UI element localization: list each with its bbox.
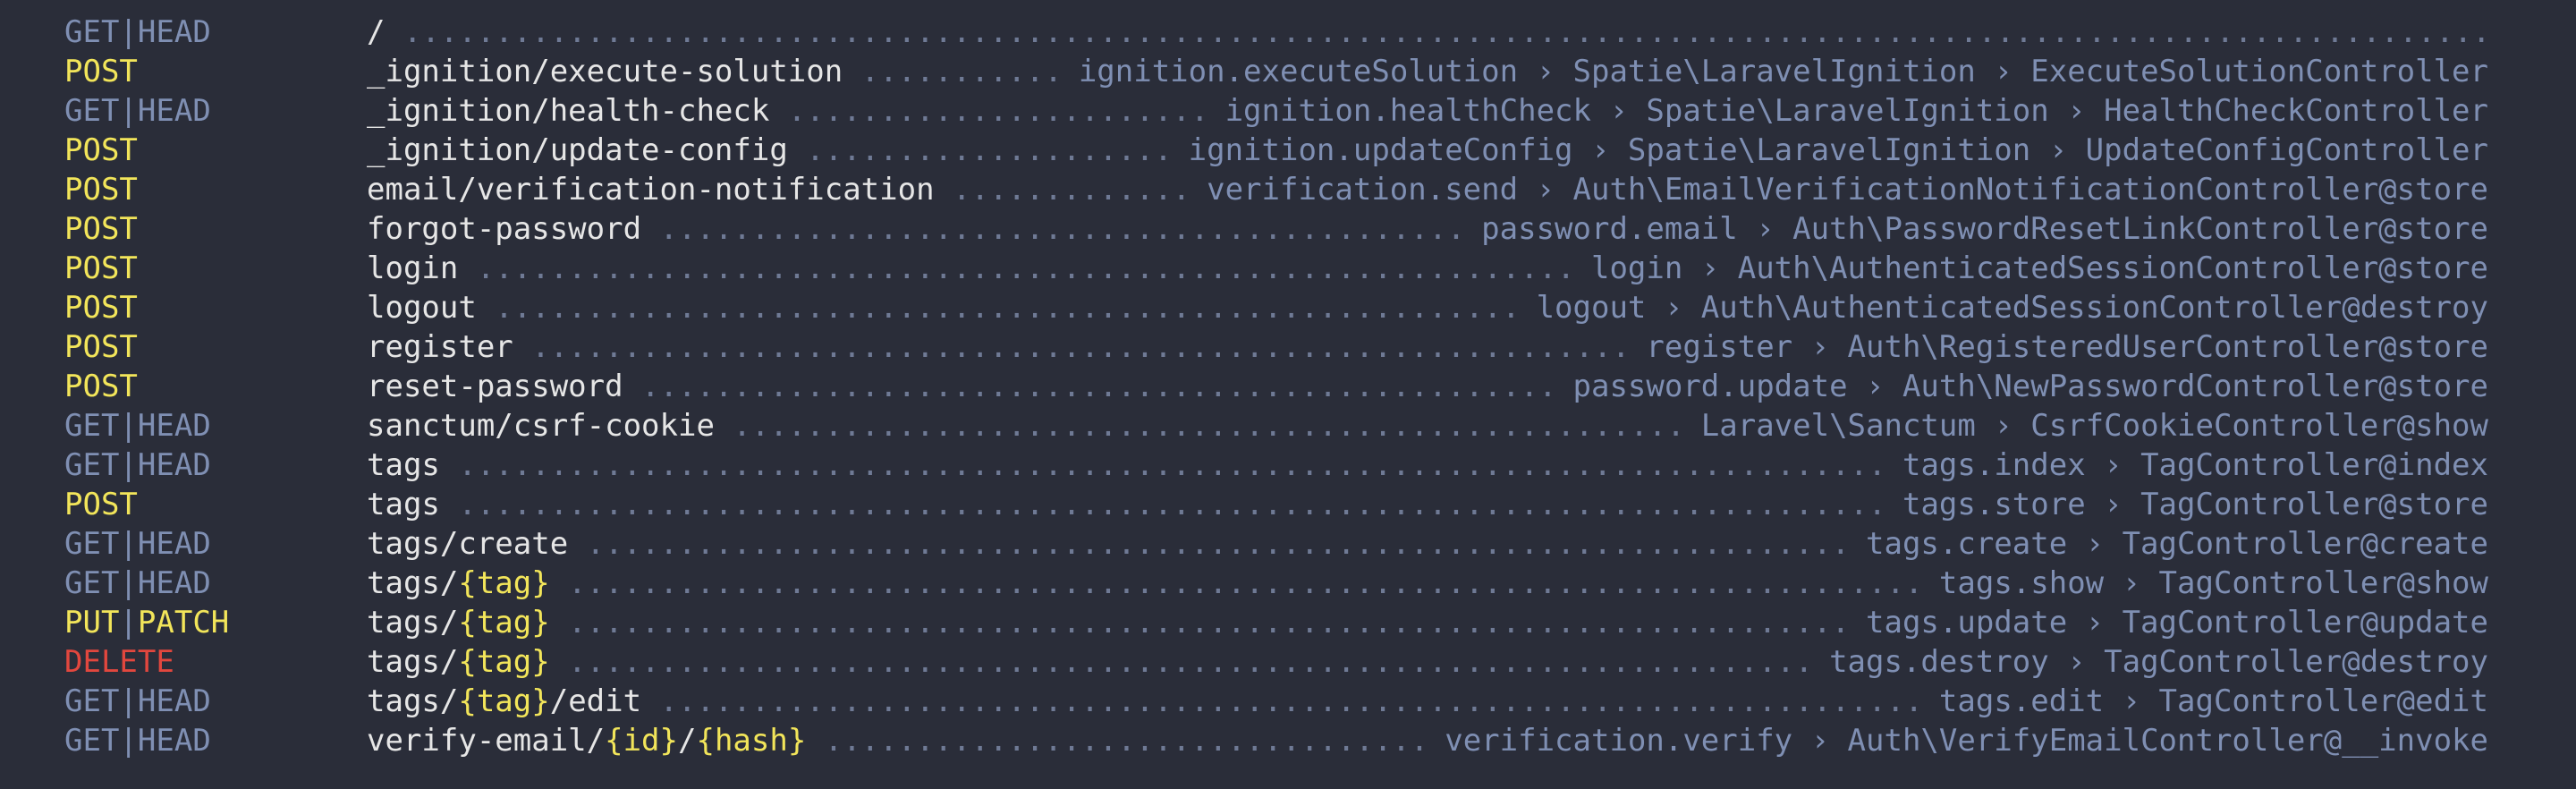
route-row: GET|HEAD _ignition/health-check ignition.h… xyxy=(0,91,2576,131)
route-target: logout › Auth\AuthenticatedSessionContro… xyxy=(1523,288,2488,327)
route-uri: tags/{tag} xyxy=(367,603,563,642)
route-row: DELETE tags/{tag} tags.destroy › TagContro… xyxy=(0,642,2576,682)
route-uri: sanctum/csrf-cookie xyxy=(367,406,727,445)
route-target: ignition.executeSolution › Spatie\Larave… xyxy=(1065,52,2488,91)
route-method: GET|HEAD xyxy=(64,526,211,562)
route-method: GET|HEAD xyxy=(64,14,211,50)
route-uri: login xyxy=(367,249,471,288)
route-row: POST logout logout › Auth\AuthenticatedSes… xyxy=(0,288,2576,327)
route-target: tags.create › TagController@create xyxy=(1853,524,2488,564)
route-row: POST _ignition/update-config ignition.upda… xyxy=(0,131,2576,170)
route-target: password.update › Auth\NewPasswordContro… xyxy=(1560,367,2488,406)
route-uri: reset-password xyxy=(367,367,636,406)
route-target: register › Auth\RegisteredUserController… xyxy=(1633,327,2488,367)
route-row: GET|HEAD verify-email/{id}/{hash} verifica… xyxy=(0,721,2576,760)
route-method: GET|HEAD xyxy=(64,565,211,601)
route-method: POST xyxy=(64,290,138,326)
route-list: GET|HEAD/POST_ignition/execute-solutioni… xyxy=(0,13,2576,760)
route-row: GET|HEAD tags/create tags.create › TagCont… xyxy=(0,524,2576,564)
route-row: POST login login › Auth\AuthenticatedSessi… xyxy=(0,249,2576,288)
route-method: POST xyxy=(64,132,138,168)
route-uri: forgot-password xyxy=(367,209,655,249)
route-uri: email/verification-notification xyxy=(367,170,947,209)
route-row: POST _ignition/execute-solution ignition.e… xyxy=(0,52,2576,91)
route-uri: tags/create xyxy=(367,524,581,564)
route-uri: _ignition/health-check xyxy=(367,91,783,131)
route-method: DELETE xyxy=(64,644,174,680)
route-target: tags.store › TagController@store xyxy=(1889,485,2488,524)
route-row: POST forgot-password password.email › Auth… xyxy=(0,209,2576,249)
route-method: POST xyxy=(64,250,138,286)
route-target: ignition.healthCheck › Spatie\LaravelIgn… xyxy=(1212,91,2488,131)
route-uri: _ignition/update-config xyxy=(367,131,801,170)
route-target: tags.show › TagController@show xyxy=(1926,564,2488,603)
route-method: POST xyxy=(64,329,138,365)
route-uri: _ignition/execute-solution xyxy=(367,52,856,91)
route-method: GET|HEAD xyxy=(64,93,211,129)
route-method: POST xyxy=(64,487,138,522)
route-target: tags.update › TagController@update xyxy=(1853,603,2488,642)
route-uri: tags/{tag} xyxy=(367,642,563,682)
route-row: GET|HEAD / xyxy=(0,13,2576,52)
route-target: tags.edit › TagController@edit xyxy=(1926,682,2488,721)
route-target: tags.destroy › TagController@destroy xyxy=(1817,642,2488,682)
route-target: Laravel\Sanctum › CsrfCookieController@s… xyxy=(1688,406,2488,445)
route-target: login › Auth\AuthenticatedSessionControl… xyxy=(1578,249,2488,288)
route-target: verification.verify › Auth\VerifyEmailCo… xyxy=(1432,721,2488,760)
route-target: ignition.updateConfig › Spatie\LaravelIg… xyxy=(1175,131,2488,170)
route-uri: tags/{tag}/edit xyxy=(367,682,655,721)
route-method: GET|HEAD xyxy=(64,723,211,759)
route-uri: tags/{tag} xyxy=(367,564,563,603)
terminal-window: GET|HEAD/POST_ignition/execute-solutioni… xyxy=(0,0,2576,789)
route-method: GET|HEAD xyxy=(64,447,211,483)
route-uri: logout xyxy=(367,288,489,327)
route-uri: tags xyxy=(367,445,453,485)
route-method: GET|HEAD xyxy=(64,683,211,719)
route-target: verification.send › Auth\EmailVerificati… xyxy=(1194,170,2488,209)
route-method: PUT|PATCH xyxy=(64,605,230,641)
route-uri: register xyxy=(367,327,526,367)
route-row: POST register register › Auth\RegisteredUs… xyxy=(0,327,2576,367)
route-dot-leader xyxy=(367,13,2488,52)
route-uri: / xyxy=(367,13,398,52)
route-row: GET|HEAD tags/{tag}/edit tags.edit › TagCo… xyxy=(0,682,2576,721)
route-row: POST email/verification-notification verif… xyxy=(0,170,2576,209)
route-row: GET|HEAD tags tags.index › TagController@i… xyxy=(0,445,2576,485)
route-row: GET|HEAD sanctum/csrf-cookie Laravel\Sanct… xyxy=(0,406,2576,445)
route-method: POST xyxy=(64,369,138,404)
route-row: PUT|PATCH tags/{tag} tags.update › TagCont… xyxy=(0,603,2576,642)
route-method: POST xyxy=(64,172,138,208)
route-row: POST reset-password password.update › Auth… xyxy=(0,367,2576,406)
route-target: tags.index › TagController@index xyxy=(1889,445,2488,485)
route-method: GET|HEAD xyxy=(64,408,211,444)
route-row: GET|HEAD tags/{tag} tags.show › TagControl… xyxy=(0,564,2576,603)
route-uri: tags xyxy=(367,485,453,524)
route-method: POST xyxy=(64,54,138,89)
route-uri: verify-email/{id}/{hash} xyxy=(367,721,819,760)
route-row: POST tags tags.store › TagController@store xyxy=(0,485,2576,524)
route-method: POST xyxy=(64,211,138,247)
route-target: password.email › Auth\PasswordResetLinkC… xyxy=(1469,209,2488,249)
